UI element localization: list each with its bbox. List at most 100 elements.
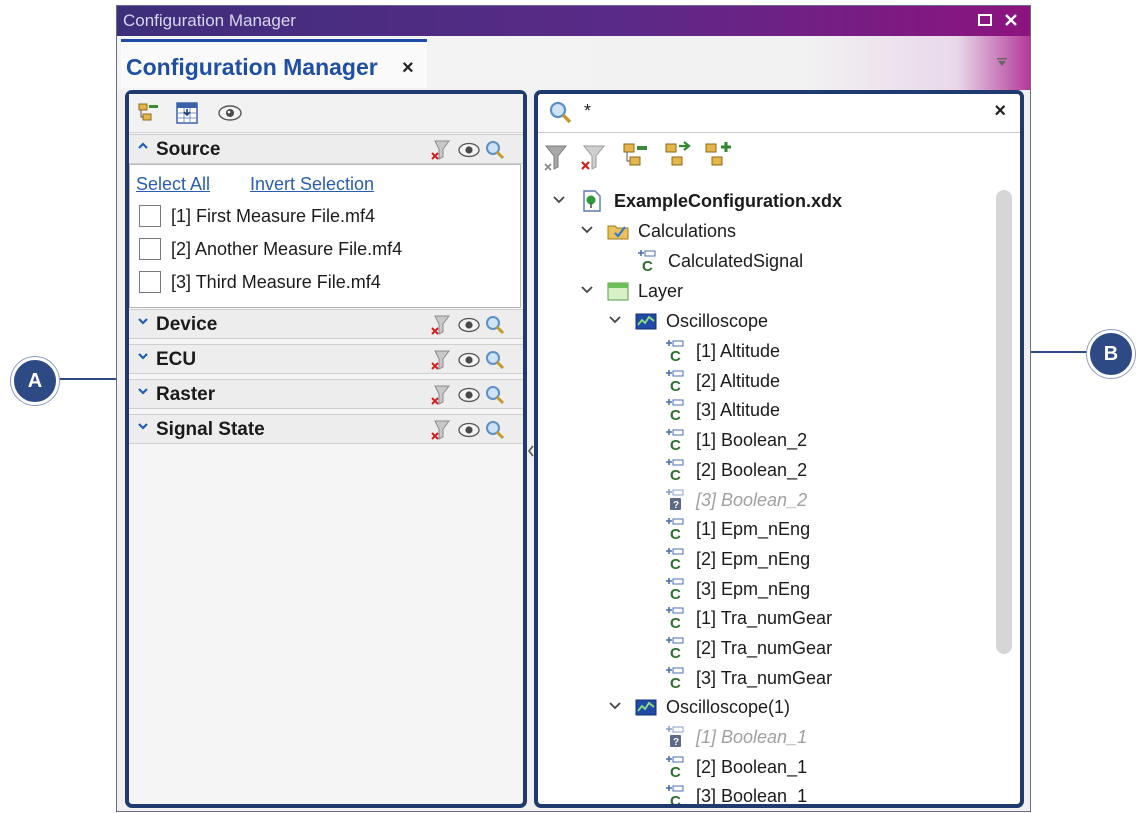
chevron-down-icon[interactable] [608, 699, 622, 713]
list-item[interactable]: [1] First Measure File.mf4 [136, 203, 516, 231]
tab-dropdown-icon[interactable] [996, 54, 1008, 70]
clear-filter-icon[interactable] [431, 385, 450, 405]
close-window-icon[interactable] [1003, 9, 1019, 33]
section-raster[interactable]: Raster [129, 379, 523, 409]
file-checkbox[interactable] [139, 238, 161, 260]
configuration-tree-panel: * × ExampleConfiguration.xdx Calculation… [534, 90, 1024, 808]
clear-filter-icon[interactable] [431, 350, 450, 370]
collapse-tree-icon[interactable] [623, 143, 647, 166]
tree-node-label: ExampleConfiguration.xdx [614, 191, 843, 211]
panel-splitter[interactable] [527, 440, 534, 462]
signal-icon: C [666, 369, 684, 393]
tree-node-label: CalculatedSignal [668, 251, 804, 271]
section-actions [429, 418, 517, 442]
tree-node-label: Oscilloscope [666, 311, 769, 331]
svg-text:C: C [642, 258, 653, 273]
visibility-eye-icon[interactable] [458, 387, 480, 403]
clear-filter-icon[interactable] [431, 315, 450, 335]
tree-node-label: [1] Epm_nEng [696, 519, 811, 540]
file-label: [1] First Measure File.mf4 [171, 206, 376, 226]
svg-text:C: C [670, 645, 681, 660]
chevron-up-icon [137, 139, 149, 155]
chevron-down-icon [137, 349, 149, 365]
clear-filter-icon[interactable] [581, 145, 606, 170]
signal-icon: C [666, 577, 684, 601]
search-input[interactable]: * [584, 101, 591, 122]
tree-node-label: [3] Altitude [696, 400, 781, 421]
signal-icon: C [666, 607, 684, 630]
chevron-down-icon [137, 419, 149, 435]
svg-text:C: C [670, 348, 681, 363]
chevron-down-icon[interactable] [608, 313, 622, 327]
invert-selection-link[interactable]: Invert Selection [250, 174, 374, 195]
configuration-tree: ExampleConfiguration.xdx Calculations C … [538, 186, 1020, 807]
select-all-link[interactable]: Select All [136, 174, 210, 195]
section-ecu[interactable]: ECU [129, 344, 523, 374]
list-item[interactable]: [3] Third Measure File.mf4 [136, 269, 516, 297]
chevron-down-icon[interactable] [552, 193, 566, 207]
vertical-scrollbar[interactable] [996, 190, 1012, 654]
search-icon[interactable] [486, 351, 505, 370]
tree-node-label: [1] Altitude [696, 341, 781, 361]
tab-configuration-manager[interactable]: Configuration Manager × [121, 39, 427, 88]
clear-filter-icon[interactable] [431, 140, 450, 160]
eye-icon[interactable] [217, 101, 242, 125]
chevron-down-icon [137, 384, 149, 400]
section-label: Signal State [156, 419, 265, 440]
svg-text:?: ? [673, 737, 679, 748]
file-checkbox[interactable] [139, 205, 161, 227]
filter-panel: Source Select All Invert Selection [1] F… [125, 90, 527, 808]
add-node-icon[interactable] [705, 142, 731, 166]
expand-tree-icon[interactable] [665, 141, 691, 166]
tree-node-label: [3] Boolean_1 [696, 786, 808, 807]
calculated-signal-icon: C [638, 250, 656, 273]
search-icon[interactable] [486, 421, 505, 440]
table-view-icon[interactable] [175, 101, 199, 125]
visibility-eye-icon[interactable] [458, 422, 480, 438]
signal-icon: C [666, 458, 684, 482]
signal-icon: C [666, 340, 684, 363]
maximize-icon[interactable] [977, 9, 993, 33]
list-item[interactable]: [2] Another Measure File.mf4 [136, 236, 516, 264]
chevron-down-icon[interactable] [580, 223, 594, 237]
tab-close-button[interactable]: × [402, 57, 414, 80]
section-device[interactable]: Device [129, 309, 523, 339]
chevron-down-icon[interactable] [580, 283, 594, 297]
svg-text:?: ? [673, 500, 679, 511]
tree-view-icon[interactable] [137, 101, 161, 125]
window-title: Configuration Manager [123, 11, 296, 30]
signal-icon: C [666, 518, 684, 541]
callout-b-leader [1024, 351, 1090, 353]
search-icon[interactable] [486, 316, 505, 335]
oscilloscope-icon [635, 313, 657, 330]
section-actions [429, 348, 517, 372]
tree-toolbar [538, 134, 1020, 178]
visibility-eye-icon[interactable] [458, 352, 480, 368]
signal-icon: C [666, 547, 684, 571]
signal-icon: C [666, 755, 684, 779]
oscilloscope-icon [635, 699, 657, 716]
title-bar[interactable]: Configuration Manager [117, 6, 1030, 36]
file-checkbox[interactable] [139, 271, 161, 293]
search-icon [548, 100, 574, 131]
callout-a-leader [52, 378, 125, 380]
search-icon[interactable] [486, 141, 505, 160]
visibility-eye-icon[interactable] [458, 317, 480, 333]
signal-icon: C [666, 666, 684, 690]
tree-search-bar[interactable]: * × [538, 94, 1020, 133]
tree-node-label: Calculations [638, 221, 737, 241]
tree-node-label: [3] Tra_numGear [696, 667, 833, 688]
callout-a-badge: A [11, 357, 59, 405]
svg-text:C: C [670, 467, 681, 482]
section-signal-state[interactable]: Signal State [129, 414, 523, 444]
calculations-folder-icon [607, 225, 629, 240]
svg-text:C: C [670, 615, 681, 630]
chevron-down-icon [137, 314, 149, 330]
clear-search-button[interactable]: × [994, 100, 1006, 123]
visibility-eye-icon[interactable] [458, 142, 480, 158]
section-source[interactable]: Source [129, 134, 523, 164]
clear-filter-icon[interactable] [431, 420, 450, 440]
search-icon[interactable] [486, 386, 505, 405]
filter-toolbar [129, 94, 523, 133]
filter-icon[interactable] [544, 145, 568, 171]
